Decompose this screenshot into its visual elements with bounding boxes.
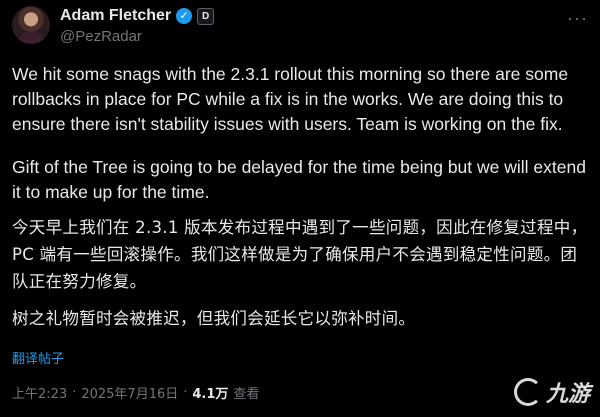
tweet-paragraph: Gift of the Tree is going to be delayed … xyxy=(12,157,586,202)
tweet-paragraph-cn: 树之礼物暂时会被推迟，但我们会延长它以弥补时间。 xyxy=(12,309,416,328)
post-time[interactable]: 上午2:23 xyxy=(12,383,67,402)
meta-separator: · xyxy=(72,385,77,400)
tweet-paragraph: We hit some snags with the 2.3.1 rollout… xyxy=(12,64,569,134)
view-count: 4.1万 xyxy=(192,387,229,402)
meta-separator: · xyxy=(183,385,188,400)
tweet-english-text: We hit some snags with the 2.3.1 rollout… xyxy=(12,62,592,223)
post-date[interactable]: 2025年7月16日 xyxy=(81,383,178,402)
watermark-logo: 九游 xyxy=(513,376,590,408)
verified-icon: ✓ xyxy=(176,8,193,24)
tweet-chinese-text: 今天早上我们在 2.3.1 版本发布过程中遇到了一些问题，因此在修复过程中，PC… xyxy=(12,214,592,342)
more-options-icon[interactable]: ··· xyxy=(567,8,588,29)
tweet-meta: 上午2:23 · 2025年7月16日 · 4.1万 查看 xyxy=(12,383,259,402)
watermark-icon xyxy=(513,378,542,406)
tweet-paragraph-cn: 今天早上我们在 2.3.1 版本发布过程中遇到了一些问题，因此在修复过程中，PC… xyxy=(12,218,588,291)
user-handle[interactable]: @PezRadar xyxy=(60,28,142,45)
avatar[interactable] xyxy=(12,6,50,44)
display-name[interactable]: Adam Fletcher xyxy=(60,7,171,25)
author-row: Adam Fletcher ✓ D xyxy=(60,7,215,25)
affiliate-badge-icon[interactable]: D xyxy=(197,7,215,25)
translate-post-link[interactable]: 翻译帖子 xyxy=(12,348,64,367)
view-count-label: 查看 xyxy=(233,387,260,402)
watermark-text: 九游 xyxy=(545,382,590,407)
